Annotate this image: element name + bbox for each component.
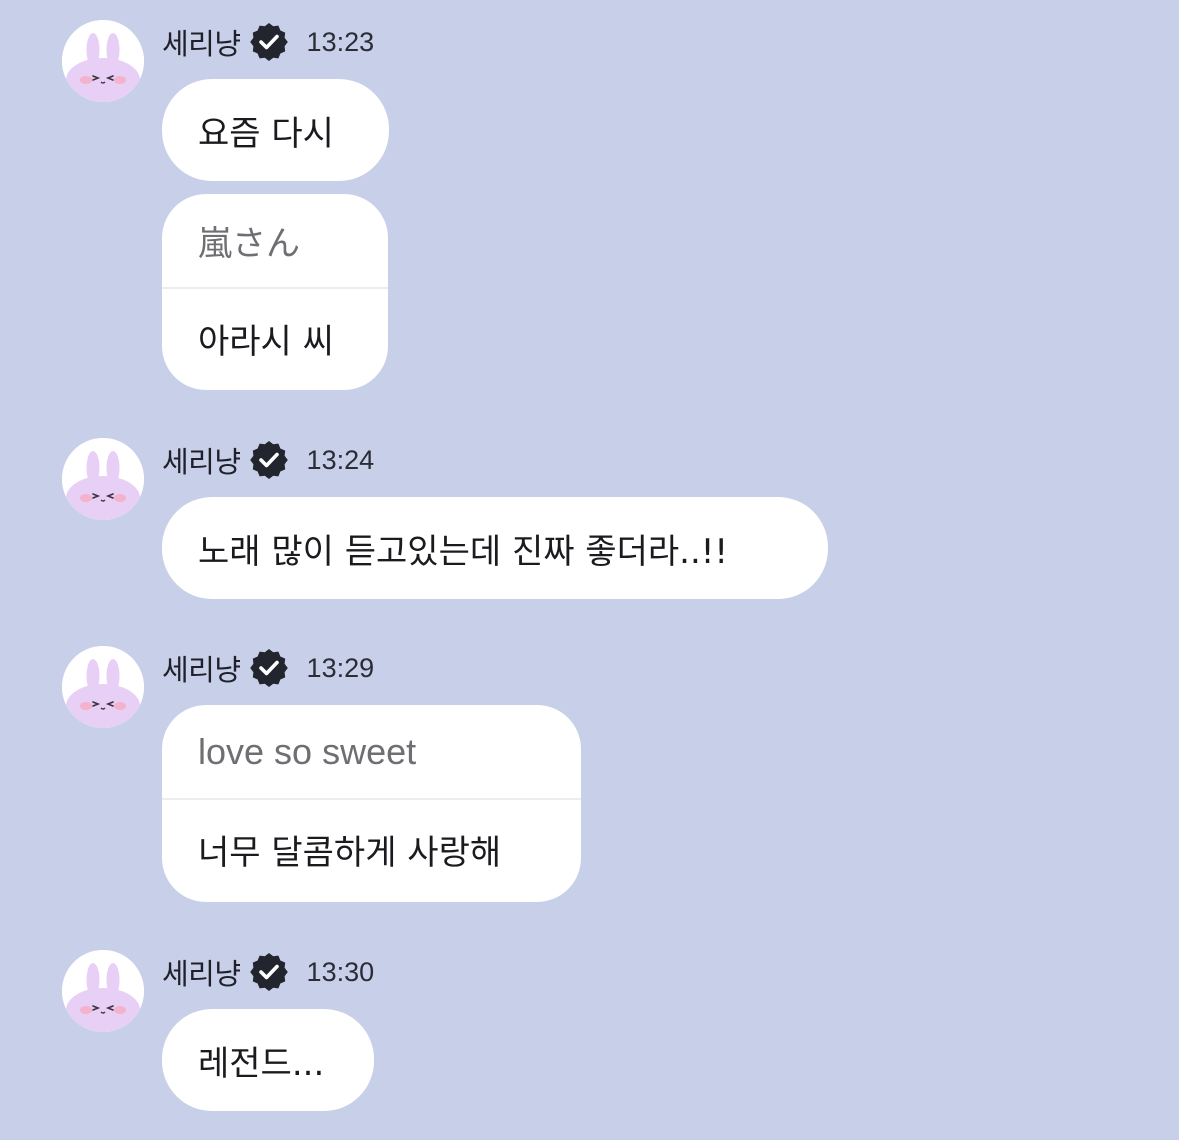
reply-text: 너무 달콤하게 사랑해 bbox=[162, 800, 581, 899]
message-bubble[interactable]: 레전드... bbox=[162, 1009, 374, 1111]
quoted-text-value: 嵐さん bbox=[198, 224, 300, 264]
message-group: 세리냥 13:29 love so sweet 너무 달콤하게 사랑해 bbox=[0, 646, 1179, 904]
message-timestamp: 13:30 bbox=[306, 956, 375, 987]
verified-badge-icon bbox=[249, 23, 288, 61]
message-group: 세리냥 13:23 요즘 다시 嵐さん 아라시 씨 bbox=[0, 20, 1179, 392]
avatar[interactable] bbox=[62, 646, 144, 728]
message-bubble[interactable]: 요즘 다시 bbox=[162, 79, 389, 181]
verified-badge-icon bbox=[249, 649, 288, 687]
verified-badge-icon bbox=[249, 441, 288, 479]
message-header: 세리냥 13:29 bbox=[162, 646, 374, 690]
sender-name[interactable]: 세리냥 bbox=[162, 439, 241, 481]
message-header: 세리냥 13:30 bbox=[162, 950, 374, 994]
chat-thread: 세리냥 13:23 요즘 다시 嵐さん 아라시 씨 세리냥 13:24 노래 많… bbox=[0, 0, 1179, 1140]
bunny-avatar-icon bbox=[62, 438, 144, 520]
message-group: 세리냥 13:30 레전드... bbox=[0, 950, 1179, 1112]
message-timestamp: 13:23 bbox=[306, 26, 375, 57]
message-text: 노래 많이 듣고있는데 진짜 좋더라..!! bbox=[198, 531, 729, 572]
quote-message-card[interactable]: 嵐さん 아라시 씨 bbox=[162, 194, 388, 390]
message-text: 요즘 다시 bbox=[198, 113, 334, 154]
verified-badge-icon bbox=[249, 953, 288, 991]
message-header: 세리냥 13:24 bbox=[162, 438, 374, 482]
bunny-avatar-icon bbox=[62, 646, 144, 728]
message-bubble[interactable]: 노래 많이 듣고있는데 진짜 좋더라..!! bbox=[162, 497, 828, 599]
sender-name[interactable]: 세리냥 bbox=[162, 21, 241, 63]
bunny-avatar-icon bbox=[62, 950, 144, 1032]
quote-message-card[interactable]: love so sweet 너무 달콤하게 사랑해 bbox=[162, 705, 581, 902]
avatar[interactable] bbox=[62, 950, 144, 1032]
message-text: 레전드... bbox=[198, 1043, 325, 1084]
message-group: 세리냥 13:24 노래 많이 듣고있는데 진짜 좋더라..!! bbox=[0, 438, 1179, 600]
sender-name[interactable]: 세리냥 bbox=[162, 647, 241, 689]
quoted-text: 嵐さん bbox=[162, 194, 388, 289]
sender-name[interactable]: 세리냥 bbox=[162, 951, 241, 993]
reply-text-value: 아라시 씨 bbox=[198, 322, 334, 362]
reply-text: 아라시 씨 bbox=[162, 289, 388, 388]
message-timestamp: 13:29 bbox=[306, 652, 375, 683]
avatar[interactable] bbox=[62, 20, 144, 102]
bunny-avatar-icon bbox=[62, 20, 144, 102]
avatar[interactable] bbox=[62, 438, 144, 520]
quoted-text-value: love so sweet bbox=[198, 730, 417, 772]
message-timestamp: 13:24 bbox=[306, 444, 375, 475]
reply-text-value: 너무 달콤하게 사랑해 bbox=[198, 833, 502, 873]
quoted-text: love so sweet bbox=[162, 705, 581, 800]
message-header: 세리냥 13:23 bbox=[162, 20, 374, 64]
